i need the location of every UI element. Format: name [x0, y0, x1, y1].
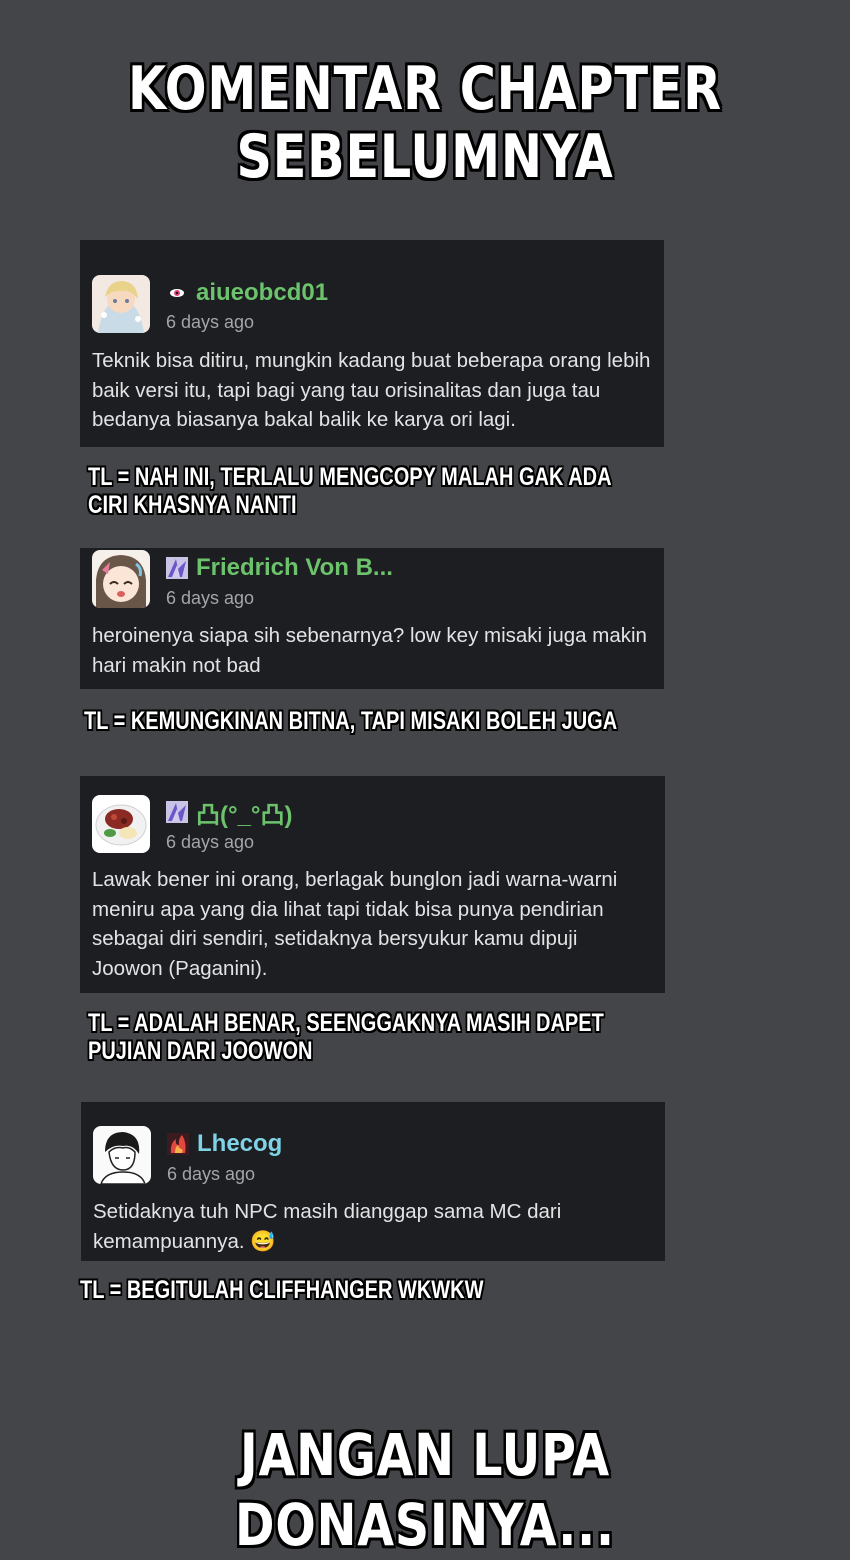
- comment-text: Setidaknya tuh NPC masih dianggap sama M…: [93, 1200, 562, 1253]
- avatar[interactable]: [92, 795, 150, 853]
- timestamp: 6 days ago: [166, 312, 255, 332]
- title-line-1: KOMENTAR CHAPTER: [128, 54, 722, 124]
- purple-crystal-badge-icon: [166, 557, 188, 579]
- avatar[interactable]: [93, 1126, 151, 1184]
- username[interactable]: Lhecog: [197, 1130, 282, 1158]
- comment-card: Lhecog 6 days ago Setidaknya tuh NPC mas…: [81, 1102, 665, 1261]
- avatar[interactable]: [92, 550, 150, 608]
- comment-card: 凸(°_°凸) 6 days ago Lawak bener ini orang…: [80, 776, 665, 993]
- purple-crystal-badge-icon: [166, 801, 188, 823]
- comment-card: Friedrich Von B... 6 days ago heroinenya…: [80, 548, 664, 689]
- translator-note: TL = KEMUNGKINAN BITNA, TAPI MISAKI BOLE…: [84, 707, 618, 735]
- donation-reminder: JANGAN LUPA DONASINYA...: [235, 1421, 615, 1559]
- title-line-2: SEBELUMNYA: [236, 122, 614, 192]
- username[interactable]: 凸(°_°凸): [196, 795, 293, 830]
- timestamp: 6 days ago: [167, 1164, 256, 1184]
- page-title: KOMENTAR CHAPTER SEBELUMNYA: [77, 55, 774, 191]
- translator-note: TL = NAH INI, TERLALU MENGCOPY MALAH GAK…: [88, 463, 611, 519]
- comment-text: Lawak bener ini orang, berlagak bunglon …: [92, 868, 618, 980]
- comment-text: heroinenya siapa sih sebenarnya? low key…: [92, 624, 647, 677]
- pink-eye-badge-icon: [166, 282, 188, 304]
- comment-card: aiueobcd01 6 days ago Teknik bisa ditiru…: [80, 240, 664, 447]
- red-flame-badge-icon: [167, 1133, 189, 1155]
- username[interactable]: Friedrich Von B...: [196, 554, 393, 582]
- comment-text: Teknik bisa ditiru, mungkin kadang buat …: [92, 349, 651, 431]
- timestamp: 6 days ago: [166, 588, 255, 608]
- translator-note: TL = ADALAH BENAR, SEENGGAKNYA MASIH DAP…: [88, 1009, 604, 1065]
- username[interactable]: aiueobcd01: [196, 279, 328, 307]
- translator-note: TL = BEGITULAH CLIFFHANGER WKWKW: [80, 1276, 484, 1304]
- timestamp: 6 days ago: [166, 832, 255, 852]
- avatar[interactable]: [92, 275, 150, 333]
